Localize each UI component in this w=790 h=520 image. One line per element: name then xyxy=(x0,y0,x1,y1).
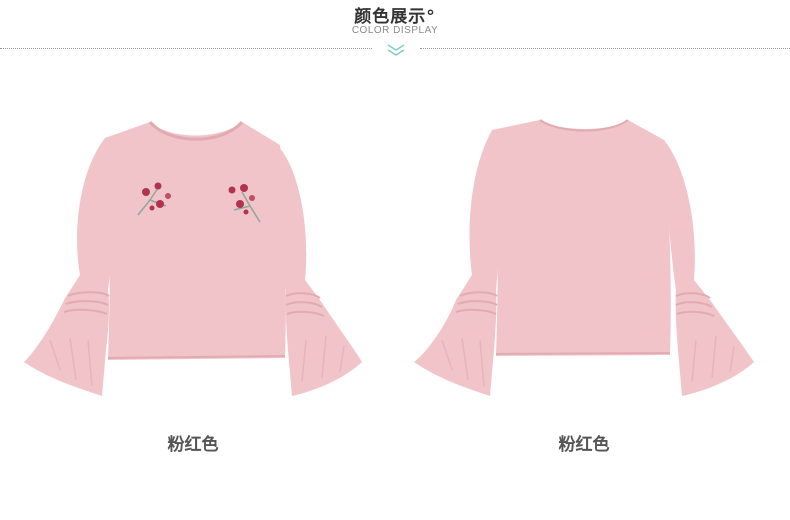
section-title: 颜色展示° xyxy=(354,7,436,27)
double-chevron-down-icon xyxy=(387,44,405,56)
dotted-divider-left xyxy=(0,48,372,49)
product-image-front xyxy=(10,100,390,400)
pink-top-back-illustration xyxy=(414,119,754,396)
dotted-divider-right xyxy=(420,48,790,49)
product-image-back xyxy=(400,100,780,400)
section-subtitle: COLOR DISPLAY xyxy=(351,25,439,36)
product-color-label-back: 粉红色 xyxy=(558,435,610,455)
pink-top-front-illustration xyxy=(24,120,362,396)
product-color-label-front: 粉红色 xyxy=(167,435,219,455)
section-header: 颜色展示° COLOR DISPLAY xyxy=(0,0,790,60)
